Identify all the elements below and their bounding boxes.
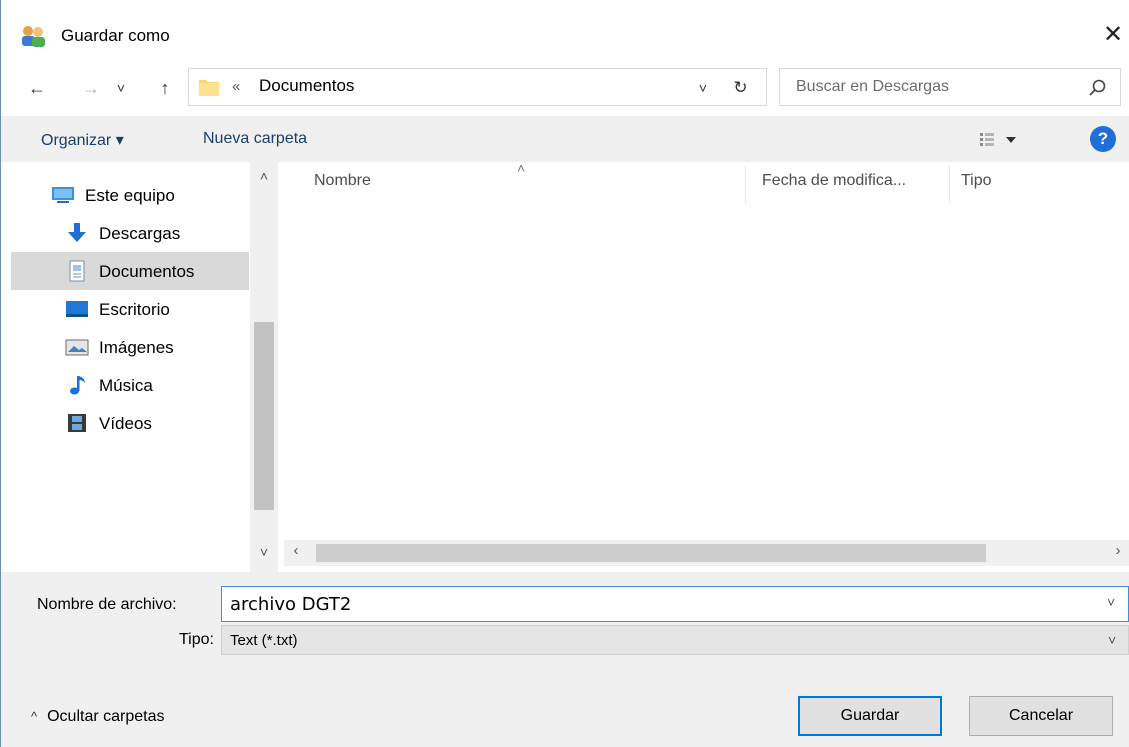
hide-folders-toggle[interactable]: ^ Ocultar carpetas: [31, 708, 165, 726]
address-bar[interactable]: « Documentos ˅ ↻: [188, 68, 767, 106]
title-bar: Guardar como ✕: [1, 0, 1129, 66]
sidebar-item-label: Vídeos: [99, 414, 152, 433]
scroll-down-icon[interactable]: ˅: [250, 544, 278, 568]
search-input[interactable]: Buscar en Descargas: [779, 68, 1121, 106]
film-icon: [68, 414, 86, 432]
search-placeholder: Buscar en Descargas: [796, 78, 949, 95]
sidebar-item-imagenes[interactable]: Imágenes: [11, 328, 249, 366]
type-label: Tipo:: [179, 631, 214, 648]
sidebar-item-label: Música: [99, 376, 153, 395]
document-icon: [69, 260, 85, 282]
filename-dropdown-icon[interactable]: ˅: [1107, 594, 1115, 610]
help-icon[interactable]: ?: [1090, 126, 1116, 152]
column-header-type[interactable]: Tipo: [961, 172, 992, 190]
computer-icon: [52, 187, 74, 203]
pictures-icon: [65, 339, 89, 356]
command-bar: Organizar ▾ Nueva carpeta ?: [1, 116, 1129, 162]
sidebar-item-label: Descargas: [99, 224, 181, 243]
filename-input[interactable]: [221, 586, 1129, 622]
sidebar-item-label: Este equipo: [85, 186, 175, 205]
sort-ascending-icon: ˄: [517, 160, 526, 176]
caret-up-icon: ^: [31, 709, 38, 724]
sidebar-item-este-equipo[interactable]: Este equipo: [11, 176, 249, 214]
forward-button[interactable]: →: [77, 72, 105, 104]
save-as-dialog: Guardar como ✕ ← → ˅ ↑ « Documentos ˅ ↻ …: [0, 0, 1129, 747]
sidebar-item-label: Escritorio: [99, 300, 170, 319]
refresh-icon[interactable]: ↻: [727, 75, 753, 101]
chevron-down-icon: ˅: [1108, 632, 1117, 648]
sidebar-item-videos[interactable]: Vídeos: [11, 404, 249, 442]
new-folder-button[interactable]: Nueva carpeta: [203, 130, 307, 148]
sidebar-item-label: Imágenes: [99, 338, 174, 357]
app-people-icon: [22, 26, 45, 47]
up-button[interactable]: ↑: [151, 72, 179, 104]
hide-folders-label: Ocultar carpetas: [47, 708, 165, 725]
back-button[interactable]: ←: [23, 72, 51, 104]
horizontal-scroll-thumb[interactable]: [316, 544, 986, 562]
download-arrow-icon: [68, 223, 86, 242]
sidebar-item-descargas[interactable]: Descargas: [11, 214, 249, 252]
sidebar-item-documentos[interactable]: Documentos: [11, 252, 249, 290]
file-type-select[interactable]: Text (*.txt) ˅: [221, 625, 1129, 655]
sidebar-scroll-thumb[interactable]: [254, 322, 274, 510]
scroll-left-icon[interactable]: ‹: [284, 542, 308, 564]
sidebar-item-label: Documentos: [99, 262, 195, 281]
column-separator[interactable]: [745, 166, 746, 204]
window-title: Guardar como: [61, 26, 170, 45]
file-type-value: Text (*.txt): [230, 632, 298, 649]
save-button[interactable]: Guardar: [798, 696, 942, 736]
cancel-button[interactable]: Cancelar: [969, 696, 1113, 736]
sidebar-item-musica[interactable]: Música: [11, 366, 249, 404]
scroll-right-icon[interactable]: ›: [1106, 542, 1129, 564]
search-icon[interactable]: [1086, 77, 1108, 99]
save-options-panel: Nombre de archivo: ˅ Tipo: Text (*.txt) …: [1, 572, 1129, 747]
column-separator[interactable]: [949, 166, 950, 204]
column-header-name[interactable]: Nombre: [314, 172, 371, 190]
horizontal-scrollbar[interactable]: ‹ ›: [284, 540, 1129, 566]
breadcrumb-current-folder[interactable]: Documentos: [259, 76, 354, 96]
change-view-icon[interactable]: [976, 128, 1028, 152]
sidebar-item-escritorio[interactable]: Escritorio: [11, 290, 249, 328]
desktop-icon: [66, 301, 88, 317]
close-button[interactable]: ✕: [1098, 20, 1128, 50]
column-header-date-modified[interactable]: Fecha de modifica...: [762, 172, 906, 190]
breadcrumb-overflow[interactable]: «: [232, 78, 240, 95]
filename-label: Nombre de archivo:: [37, 596, 177, 613]
navigation-pane: Este equipo Descargas Documentos Escrito…: [1, 162, 278, 572]
scroll-up-icon[interactable]: ˄: [250, 168, 278, 192]
organize-menu[interactable]: Organizar ▾: [41, 130, 124, 150]
address-dropdown-icon[interactable]: ˅: [692, 77, 714, 99]
recent-locations-button[interactable]: ˅: [111, 72, 131, 104]
sidebar-scrollbar[interactable]: ˄ ˅: [250, 162, 278, 572]
file-list: ˄ Nombre Fecha de modifica... Tipo ‹ ›: [284, 160, 1129, 572]
folder-icon: [199, 80, 219, 96]
music-note-icon: [70, 376, 85, 395]
